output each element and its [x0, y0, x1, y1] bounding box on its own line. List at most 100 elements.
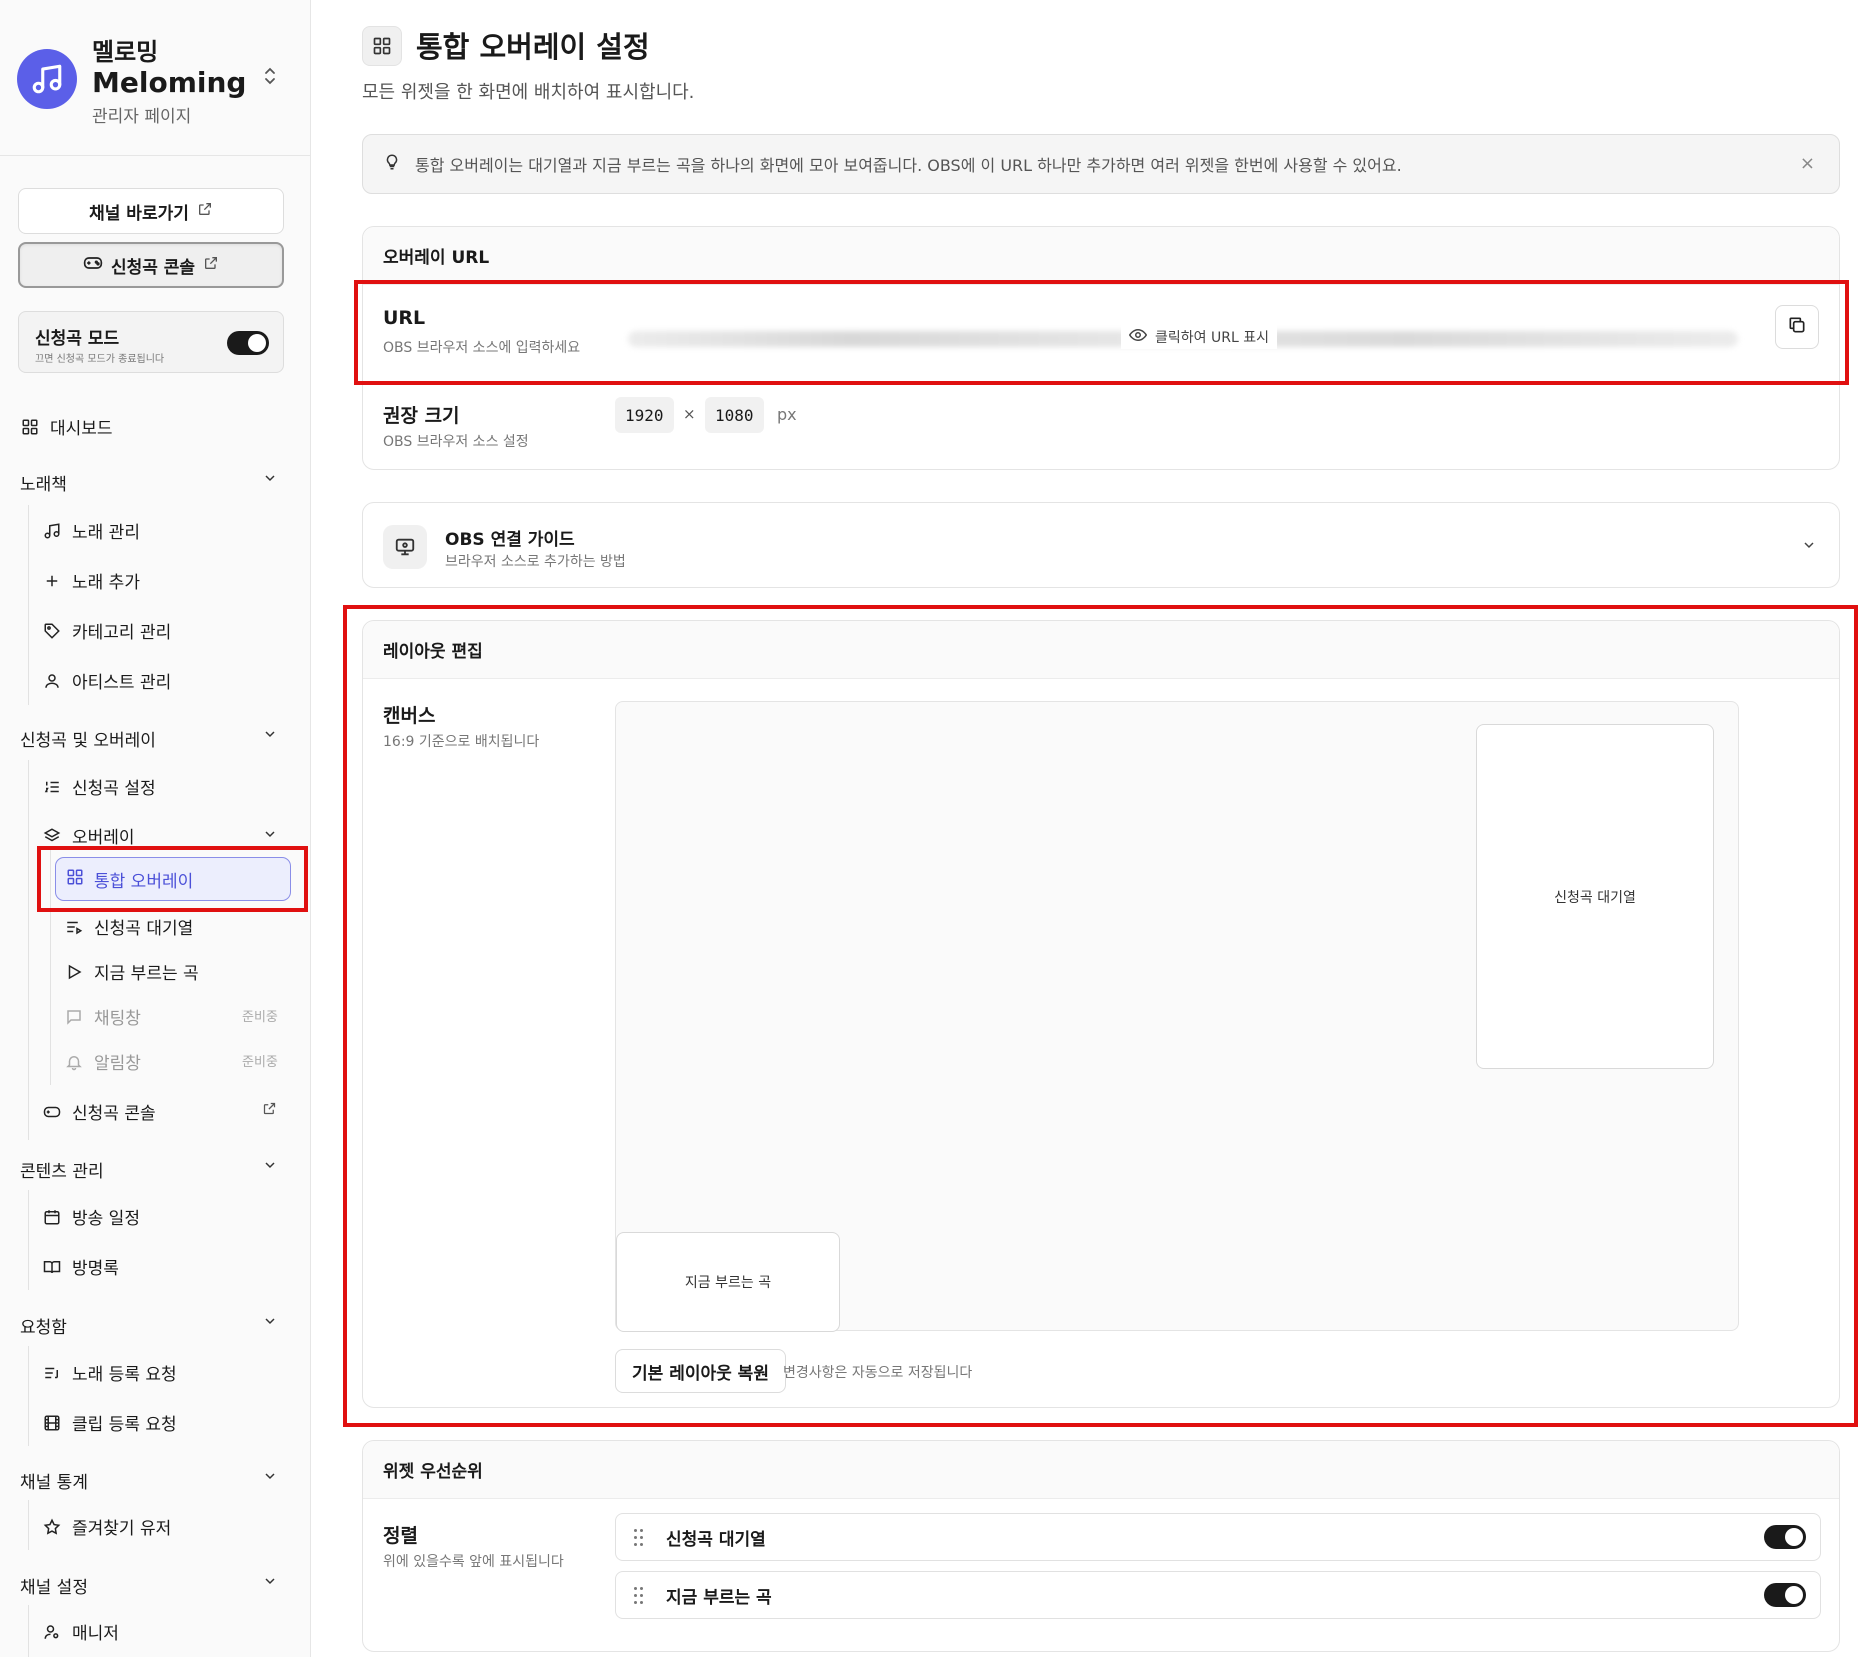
channel-link-label: 채널 바로가기 [89, 203, 189, 224]
sidebar-item-label: 신청곡 대기열 [94, 919, 194, 939]
tip-banner: 통합 오버레이는 대기열과 지금 부르는 곡을 하나의 화면에 모아 보여줍니다… [362, 134, 1840, 194]
music-icon [42, 521, 62, 541]
sidebar-item-dashboard[interactable]: 대시보드 [20, 414, 113, 439]
reveal-url-button[interactable]: 클릭하여 URL 표시 [1121, 325, 1277, 349]
widget-enable-toggle[interactable] [1764, 1525, 1806, 1549]
request-console-label: 신청곡 콘솔 [110, 257, 196, 278]
sidebar-item-now-playing[interactable]: 지금 부르는 곡 [64, 959, 199, 984]
page-title: 통합 오버레이 설정 [416, 30, 650, 64]
sidebar-item-label: 지금 부르는 곡 [94, 964, 199, 984]
request-mode-panel: 신청곡 모드 끄면 신청곡 모드가 종료됩니다 [18, 311, 284, 373]
sidebar-item-song-add[interactable]: 노래 추가 [42, 568, 140, 593]
card-heading: 오버레이 URL [363, 227, 1839, 285]
sidebar-item-console[interactable]: 신청곡 콘솔 [42, 1099, 156, 1124]
request-mode-title: 신청곡 모드 [35, 329, 120, 349]
obs-guide-title: OBS 연결 가이드 [445, 530, 575, 550]
height-value: 1080 [705, 397, 764, 433]
sidebar-item-label: 클립 등록 요청 [72, 1415, 177, 1435]
priority-row[interactable]: 지금 부르는 곡 [615, 1571, 1821, 1619]
chevron-up-down-icon[interactable] [262, 66, 278, 90]
now-playing-widget[interactable]: 지금 부르는 곡 [616, 1232, 840, 1332]
star-icon [42, 1517, 62, 1537]
chevron-down-icon[interactable] [262, 1468, 278, 1488]
copy-url-button[interactable] [1775, 305, 1819, 349]
chevron-down-icon[interactable] [262, 1573, 278, 1593]
bell-icon [64, 1052, 84, 1072]
brand-name-kr: 멜로밍 [92, 38, 159, 66]
sort-label: 정렬 [383, 1525, 418, 1547]
sidebar-item-queue[interactable]: 신청곡 대기열 [64, 914, 193, 939]
sidebar-item-alert: 알림창 [64, 1049, 141, 1074]
sidebar-item-song-request[interactable]: 노래 등록 요청 [42, 1360, 177, 1385]
reset-layout-button[interactable]: 기본 레이아웃 복원 [615, 1349, 786, 1393]
page-description: 모든 위젯을 한 화면에 배치하여 표시합니다. [362, 82, 695, 103]
obs-guide-subtitle: 브라우저 소스로 추가하는 방법 [445, 554, 626, 570]
chevron-down-icon[interactable] [262, 726, 278, 746]
sidebar-item-request-settings[interactable]: 신청곡 설정 [42, 774, 156, 799]
chevron-down-icon[interactable] [262, 826, 278, 846]
sidebar-item-integrated-overlay[interactable]: 통합 오버레이 [55, 857, 291, 901]
chevron-down-icon[interactable] [262, 1157, 278, 1177]
reveal-url-label: 클릭하여 URL 표시 [1155, 330, 1269, 346]
request-console-button[interactable]: 신청곡 콘솔 [18, 242, 284, 288]
size-unit: px [777, 405, 797, 424]
channel-link-button[interactable]: 채널 바로가기 [18, 188, 284, 234]
sidebar: 멜로밍 Meloming 관리자 페이지 채널 바로가기 신청곡 콘솔 신청곡 … [0, 0, 311, 1657]
request-mode-toggle[interactable] [227, 331, 269, 355]
music-note-logo-icon [17, 49, 77, 109]
section-title-inbox[interactable]: 요청함 [20, 1313, 67, 1338]
canvas-sublabel: 16:9 기준으로 배치됩니다 [383, 734, 540, 750]
priority-row-label: 지금 부르는 곡 [666, 1587, 772, 1608]
section-title-stats[interactable]: 채널 통계 [20, 1468, 88, 1493]
layout-canvas[interactable]: 신청곡 대기열 지금 부르는 곡 [615, 701, 1739, 1332]
times-sign: × [683, 405, 696, 423]
brand-name-en: Meloming [92, 66, 247, 99]
queue-widget[interactable]: 신청곡 대기열 [1476, 724, 1714, 1069]
sidebar-item-song-manage[interactable]: 노래 관리 [42, 518, 140, 543]
overlay-url-card: 오버레이 URL URL OBS 브라우저 소스에 입력하세요 클릭하여 URL… [362, 226, 1840, 470]
tree-line [28, 505, 29, 705]
tree-line [28, 1605, 29, 1657]
sidebar-item-schedule[interactable]: 방송 일정 [42, 1204, 140, 1229]
sidebar-item-artist[interactable]: 아티스트 관리 [42, 668, 171, 693]
card-heading: 레이아웃 편집 [363, 621, 1839, 679]
external-link-icon [197, 201, 213, 222]
drag-handle-icon[interactable] [634, 1527, 644, 1549]
sidebar-item-fav-users[interactable]: 즐겨찾기 유저 [42, 1514, 171, 1539]
sidebar-item-category[interactable]: 카테고리 관리 [42, 618, 171, 643]
section-title-requests[interactable]: 신청곡 및 오버레이 [20, 726, 156, 751]
sidebar-item-label: 아티스트 관리 [72, 673, 172, 693]
priority-row[interactable]: 신청곡 대기열 [615, 1513, 1821, 1561]
recommended-size-sublabel: OBS 브라우저 소스 설정 [383, 434, 529, 450]
tag-icon [42, 621, 62, 641]
section-title-settings[interactable]: 채널 설정 [20, 1573, 88, 1598]
sidebar-item-manager[interactable]: 매니저 [42, 1619, 119, 1644]
sidebar-item-overlay[interactable]: 오버레이 [42, 823, 135, 848]
sidebar-item-label: 노래 추가 [72, 573, 140, 593]
section-title-content[interactable]: 콘텐츠 관리 [20, 1157, 104, 1182]
drag-handle-icon[interactable] [634, 1585, 644, 1607]
section-title-songbook[interactable]: 노래책 [20, 470, 67, 495]
brand-header[interactable]: 멜로밍 Meloming 관리자 페이지 [0, 0, 311, 156]
sidebar-item-label: 채팅창 [94, 1009, 141, 1029]
chevron-down-icon[interactable] [262, 1313, 278, 1333]
close-icon[interactable]: × [1800, 153, 1815, 174]
play-icon [64, 962, 84, 982]
tree-line [28, 1190, 29, 1290]
url-sublabel: OBS 브라우저 소스에 입력하세요 [383, 340, 581, 356]
widget-enable-toggle[interactable] [1764, 1583, 1806, 1607]
calendar-icon [42, 1207, 62, 1227]
tree-line [28, 1500, 29, 1550]
lightbulb-icon [383, 152, 401, 176]
chevron-down-icon[interactable] [262, 470, 278, 490]
sidebar-item-label: 카테고리 관리 [72, 623, 172, 643]
sidebar-item-chat: 채팅창 [64, 1004, 141, 1029]
sidebar-item-clip-request[interactable]: 클립 등록 요청 [42, 1410, 177, 1435]
user-key-icon [42, 1622, 62, 1642]
obs-guide-card[interactable]: OBS 연결 가이드 브라우저 소스로 추가하는 방법 [362, 502, 1840, 588]
tree-line [28, 1346, 29, 1446]
tree-line [28, 760, 29, 1140]
chevron-down-icon[interactable] [1801, 537, 1817, 557]
sidebar-item-label: 방송 일정 [72, 1209, 140, 1229]
sidebar-item-guestbook[interactable]: 방명록 [42, 1254, 119, 1279]
